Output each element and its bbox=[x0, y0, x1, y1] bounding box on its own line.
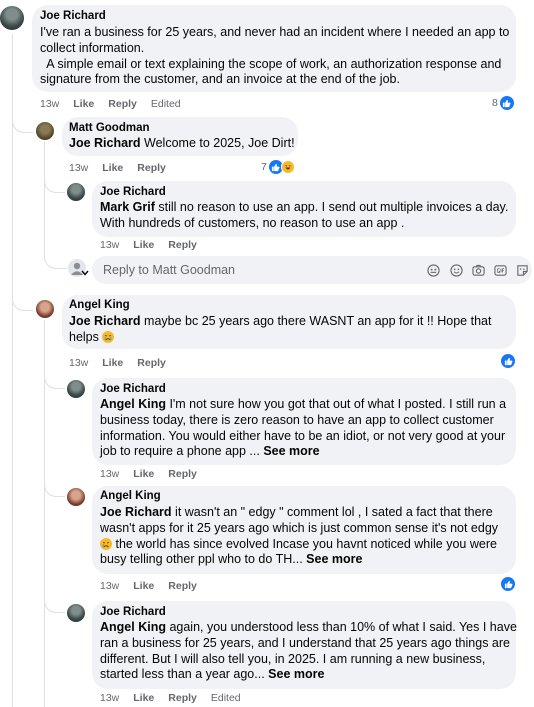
avatar[interactable] bbox=[0, 6, 24, 30]
comment-actions: 13w Like Reply bbox=[69, 357, 180, 369]
timestamp[interactable]: 13w bbox=[69, 162, 88, 174]
thread-curve-angel-r1 bbox=[44, 372, 65, 389]
comment-text: Joe Richard maybe bc 25 years ago there … bbox=[69, 314, 492, 344]
sticker-icon[interactable] bbox=[516, 264, 529, 277]
reply-placeholder: Reply to Matt Goodman bbox=[103, 263, 236, 277]
reply-button[interactable]: Reply bbox=[108, 98, 137, 110]
thread-curve-matt-reply bbox=[44, 176, 65, 193]
like-button[interactable]: Like bbox=[133, 468, 154, 480]
comment-actions: 13w Like Reply bbox=[100, 468, 211, 480]
avatar[interactable] bbox=[36, 122, 54, 140]
thread-curve-angel bbox=[12, 290, 33, 311]
reply-button[interactable]: Reply bbox=[168, 580, 197, 592]
comment-actions: 13w Like Reply bbox=[69, 162, 180, 174]
mention[interactable]: Joe Richard bbox=[69, 136, 141, 150]
camera-icon[interactable] bbox=[472, 264, 485, 277]
reply-button[interactable]: Reply bbox=[137, 162, 166, 174]
see-more-link[interactable]: See more bbox=[306, 552, 362, 566]
emoji-icon[interactable] bbox=[450, 264, 463, 277]
like-reaction-icon[interactable] bbox=[501, 577, 515, 591]
comment-author[interactable]: Joe Richard bbox=[100, 383, 166, 395]
thread-curve-reply-box bbox=[44, 250, 67, 269]
edited-label[interactable]: Edited bbox=[151, 98, 181, 110]
avatar[interactable] bbox=[67, 380, 85, 398]
edited-label[interactable]: Edited bbox=[211, 692, 241, 704]
reaction-count[interactable]: 8 bbox=[492, 96, 514, 110]
avatar[interactable] bbox=[67, 488, 85, 506]
mention[interactable]: Joe Richard bbox=[69, 314, 141, 328]
thread-curve-angel-r3 bbox=[44, 596, 65, 613]
reply-button[interactable]: Reply bbox=[168, 468, 197, 480]
like-reaction-icon[interactable] bbox=[501, 354, 515, 368]
reply-button[interactable]: Reply bbox=[168, 692, 197, 704]
chevron-down-icon[interactable] bbox=[81, 270, 89, 276]
comment-text: Joe Richard it wasn't an " edgy " commen… bbox=[100, 505, 499, 567]
gif-icon[interactable] bbox=[494, 264, 507, 277]
like-button[interactable]: Like bbox=[102, 357, 123, 369]
avatar[interactable] bbox=[36, 300, 54, 318]
comment-author[interactable]: Matt Goodman bbox=[69, 122, 150, 134]
mention[interactable]: Mark Grif bbox=[100, 200, 155, 214]
timestamp[interactable]: 13w bbox=[40, 98, 59, 110]
mention[interactable]: Angel King bbox=[100, 620, 166, 634]
thread-line-matt bbox=[44, 142, 45, 252]
thread-curve-angel-r2 bbox=[44, 480, 65, 497]
comment-actions: 13w Like Reply bbox=[100, 580, 211, 592]
comment-text: Mark Grif still no reason to use an app.… bbox=[100, 200, 509, 230]
reply-button[interactable]: Reply bbox=[168, 239, 197, 251]
comment-text: Angel King I'm not sure how you got that… bbox=[100, 397, 507, 459]
comment-author[interactable]: Joe Richard bbox=[100, 186, 166, 198]
timestamp[interactable]: 13w bbox=[100, 239, 119, 251]
reply-button[interactable]: Reply bbox=[137, 357, 166, 369]
comment-actions: 13w Like Reply Edited bbox=[100, 692, 255, 704]
thread-curve-matt bbox=[12, 112, 33, 133]
see-more-link[interactable]: See more bbox=[263, 444, 319, 458]
mention[interactable]: Joe Richard bbox=[100, 505, 172, 519]
comment-actions: 13w Like Reply bbox=[100, 239, 211, 251]
mention[interactable]: Angel King bbox=[100, 397, 166, 411]
comment-text: I've ran a business for 25 years, and ne… bbox=[40, 25, 510, 87]
comment-author[interactable]: Angel King bbox=[69, 299, 130, 311]
comment-author[interactable]: Joe Richard bbox=[40, 10, 106, 22]
comment-author[interactable]: Angel King bbox=[100, 490, 161, 502]
comment-text: Angel King again, you understood less th… bbox=[100, 620, 517, 682]
avatar-sticker-icon[interactable] bbox=[427, 264, 440, 277]
like-button[interactable]: Like bbox=[133, 692, 154, 704]
see-more-link[interactable]: See more bbox=[268, 667, 324, 681]
like-button[interactable]: Like bbox=[102, 162, 123, 174]
like-button[interactable]: Like bbox=[73, 98, 94, 110]
avatar[interactable] bbox=[67, 183, 85, 201]
timestamp[interactable]: 13w bbox=[100, 580, 119, 592]
comment-actions: 13w Like Reply Edited bbox=[40, 98, 195, 110]
thread-line-main bbox=[12, 34, 13, 707]
like-reaction-icon bbox=[499, 96, 514, 110]
comment-text: Joe Richard Welcome to 2025, Joe Dirt! bbox=[69, 136, 295, 150]
like-button[interactable]: Like bbox=[133, 239, 154, 251]
haha-reaction-icon bbox=[280, 160, 295, 174]
crying-emoji-icon bbox=[100, 537, 112, 550]
timestamp[interactable]: 13w bbox=[69, 357, 88, 369]
like-button[interactable]: Like bbox=[133, 580, 154, 592]
reaction-count[interactable]: 7 bbox=[261, 160, 295, 174]
timestamp[interactable]: 13w bbox=[100, 692, 119, 704]
crying-emoji-icon bbox=[102, 330, 115, 343]
comment-author[interactable]: Joe Richard bbox=[100, 606, 166, 618]
timestamp[interactable]: 13w bbox=[100, 468, 119, 480]
avatar[interactable] bbox=[67, 604, 85, 622]
